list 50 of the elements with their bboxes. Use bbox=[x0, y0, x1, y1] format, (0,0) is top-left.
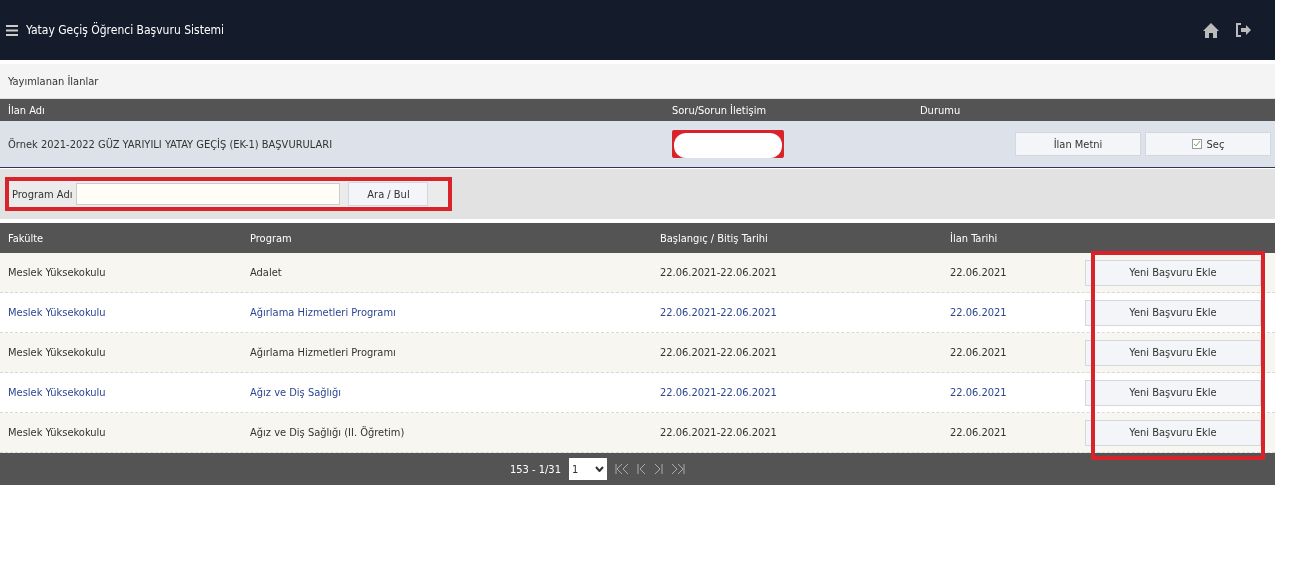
column-header: Başlangıç / Bitiş Tarihi bbox=[659, 231, 769, 245]
add-application-button[interactable]: Yeni Başvuru Ekle bbox=[1085, 379, 1261, 406]
table-cell-text: 22.06.2021-22.06.2021 bbox=[659, 386, 778, 399]
table-cell-text: Ağırlama Hizmetleri Programı bbox=[249, 306, 397, 319]
next-page-icon[interactable] bbox=[653, 463, 663, 475]
home-icon[interactable] bbox=[1203, 22, 1219, 38]
table-cell-text: 22.06.2021 bbox=[949, 426, 1008, 439]
announcement-text-button[interactable]: İlan Metni bbox=[1015, 132, 1141, 156]
first-page-icon[interactable] bbox=[614, 463, 629, 475]
table-cell-text: 22.06.2021 bbox=[949, 386, 1008, 399]
table-cell-text: Ağırlama Hizmetleri Programı bbox=[249, 346, 397, 359]
menu-icon[interactable] bbox=[6, 24, 18, 36]
table-cell-text: 22.06.2021 bbox=[949, 266, 1008, 279]
table-cell-text: Meslek Yüksekokulu bbox=[7, 426, 107, 439]
logout-icon[interactable] bbox=[1235, 23, 1251, 37]
table-cell-text: Ağız ve Diş Sağlığı bbox=[249, 386, 343, 399]
table-cell-text: 22.06.2021-22.06.2021 bbox=[659, 266, 778, 279]
table-cell-text: Meslek Yüksekokulu bbox=[7, 266, 107, 279]
column-header: Durumu bbox=[919, 103, 962, 117]
add-application-button[interactable]: Yeni Başvuru Ekle bbox=[1085, 259, 1261, 286]
table-cell-text: 22.06.2021 bbox=[949, 346, 1008, 359]
app-title: Yatay Geçiş Öğrenci Başvuru Sistemi bbox=[26, 23, 226, 37]
table-cell-text: Ağız ve Diş Sağlığı (II. Öğretim) bbox=[249, 426, 406, 439]
table-cell-text: 22.06.2021-22.06.2021 bbox=[659, 426, 778, 439]
table-cell-text: Meslek Yüksekokulu bbox=[7, 346, 107, 359]
last-page-icon[interactable] bbox=[670, 463, 685, 475]
column-header: Soru/Sorun İletişim bbox=[671, 103, 768, 117]
column-header: Program bbox=[249, 231, 293, 245]
section-title: Yayımlanan İlanlar bbox=[8, 74, 99, 88]
caret-icon bbox=[594, 466, 604, 472]
announcement-name: Örnek 2021-2022 GÜZ YARIYILI YATAY GEÇİŞ (EK-1) BAŞVURULARI bbox=[7, 137, 334, 151]
search-field[interactable] bbox=[76, 183, 341, 205]
search-label: Program Adı bbox=[12, 187, 73, 201]
add-application-button[interactable]: Yeni Başvuru Ekle bbox=[1085, 339, 1261, 366]
table-cell-text: Meslek Yüksekokulu bbox=[7, 306, 107, 319]
pager-summary: 153 - 1/31 bbox=[510, 462, 561, 476]
table-cell-text: 22.06.2021 bbox=[949, 306, 1008, 319]
page-select[interactable]: 1 bbox=[568, 458, 607, 480]
table-cell-text: Meslek Yüksekokulu bbox=[7, 386, 107, 399]
table-cell-text: 22.06.2021-22.06.2021 bbox=[659, 306, 778, 319]
column-header: İlan Tarihi bbox=[949, 231, 999, 245]
add-application-button[interactable]: Yeni Başvuru Ekle bbox=[1085, 299, 1261, 326]
search-button[interactable]: Ara / Bul bbox=[348, 182, 429, 206]
select-button[interactable]: Seç bbox=[1145, 132, 1271, 156]
table-cell-text: Adalet bbox=[249, 266, 283, 279]
table-cell-text: 22.06.2021-22.06.2021 bbox=[659, 346, 778, 359]
add-application-button[interactable]: Yeni Başvuru Ekle bbox=[1085, 419, 1261, 446]
previous-page-icon[interactable] bbox=[636, 463, 646, 475]
column-header: Fakülte bbox=[7, 231, 45, 245]
column-header: İlan Adı bbox=[7, 103, 46, 117]
